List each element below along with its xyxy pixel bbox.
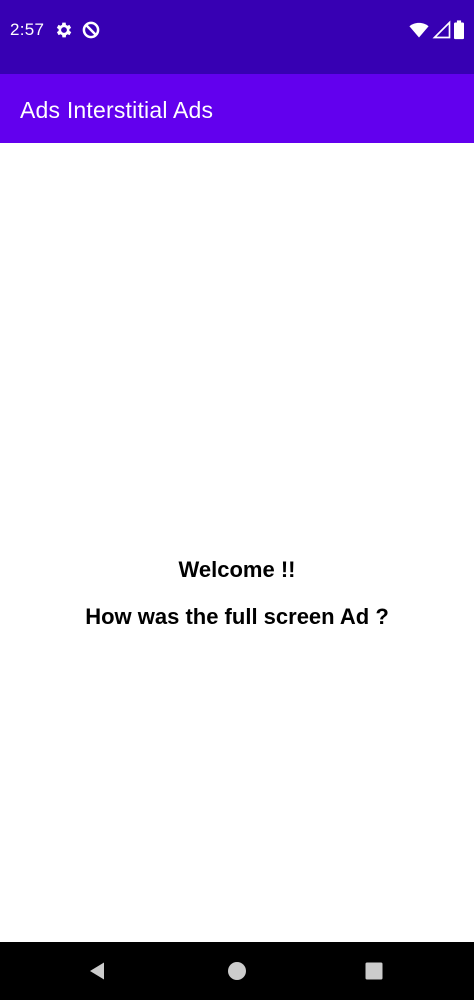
navigation-bar [0, 942, 474, 1000]
do-not-disturb-icon [81, 20, 101, 40]
status-time: 2:57 [10, 20, 45, 39]
home-icon[interactable] [225, 959, 249, 983]
main-content: Welcome !! How was the full screen Ad ? [0, 143, 474, 942]
signal-icon [432, 20, 452, 40]
app-screen: 2:57 Ads Interstitial Ads Welcome !! How… [0, 0, 474, 1000]
battery-icon [452, 20, 466, 40]
recents-icon[interactable] [362, 959, 386, 983]
welcome-text: Welcome !! [178, 557, 296, 582]
status-bar: 2:57 [0, 0, 474, 74]
app-bar: Ads Interstitial Ads [0, 74, 474, 143]
back-icon[interactable] [86, 959, 110, 983]
gear-icon [54, 20, 74, 40]
wifi-icon [408, 20, 430, 40]
app-title: Ads Interstitial Ads [20, 97, 214, 123]
question-text: How was the full screen Ad ? [85, 604, 389, 629]
